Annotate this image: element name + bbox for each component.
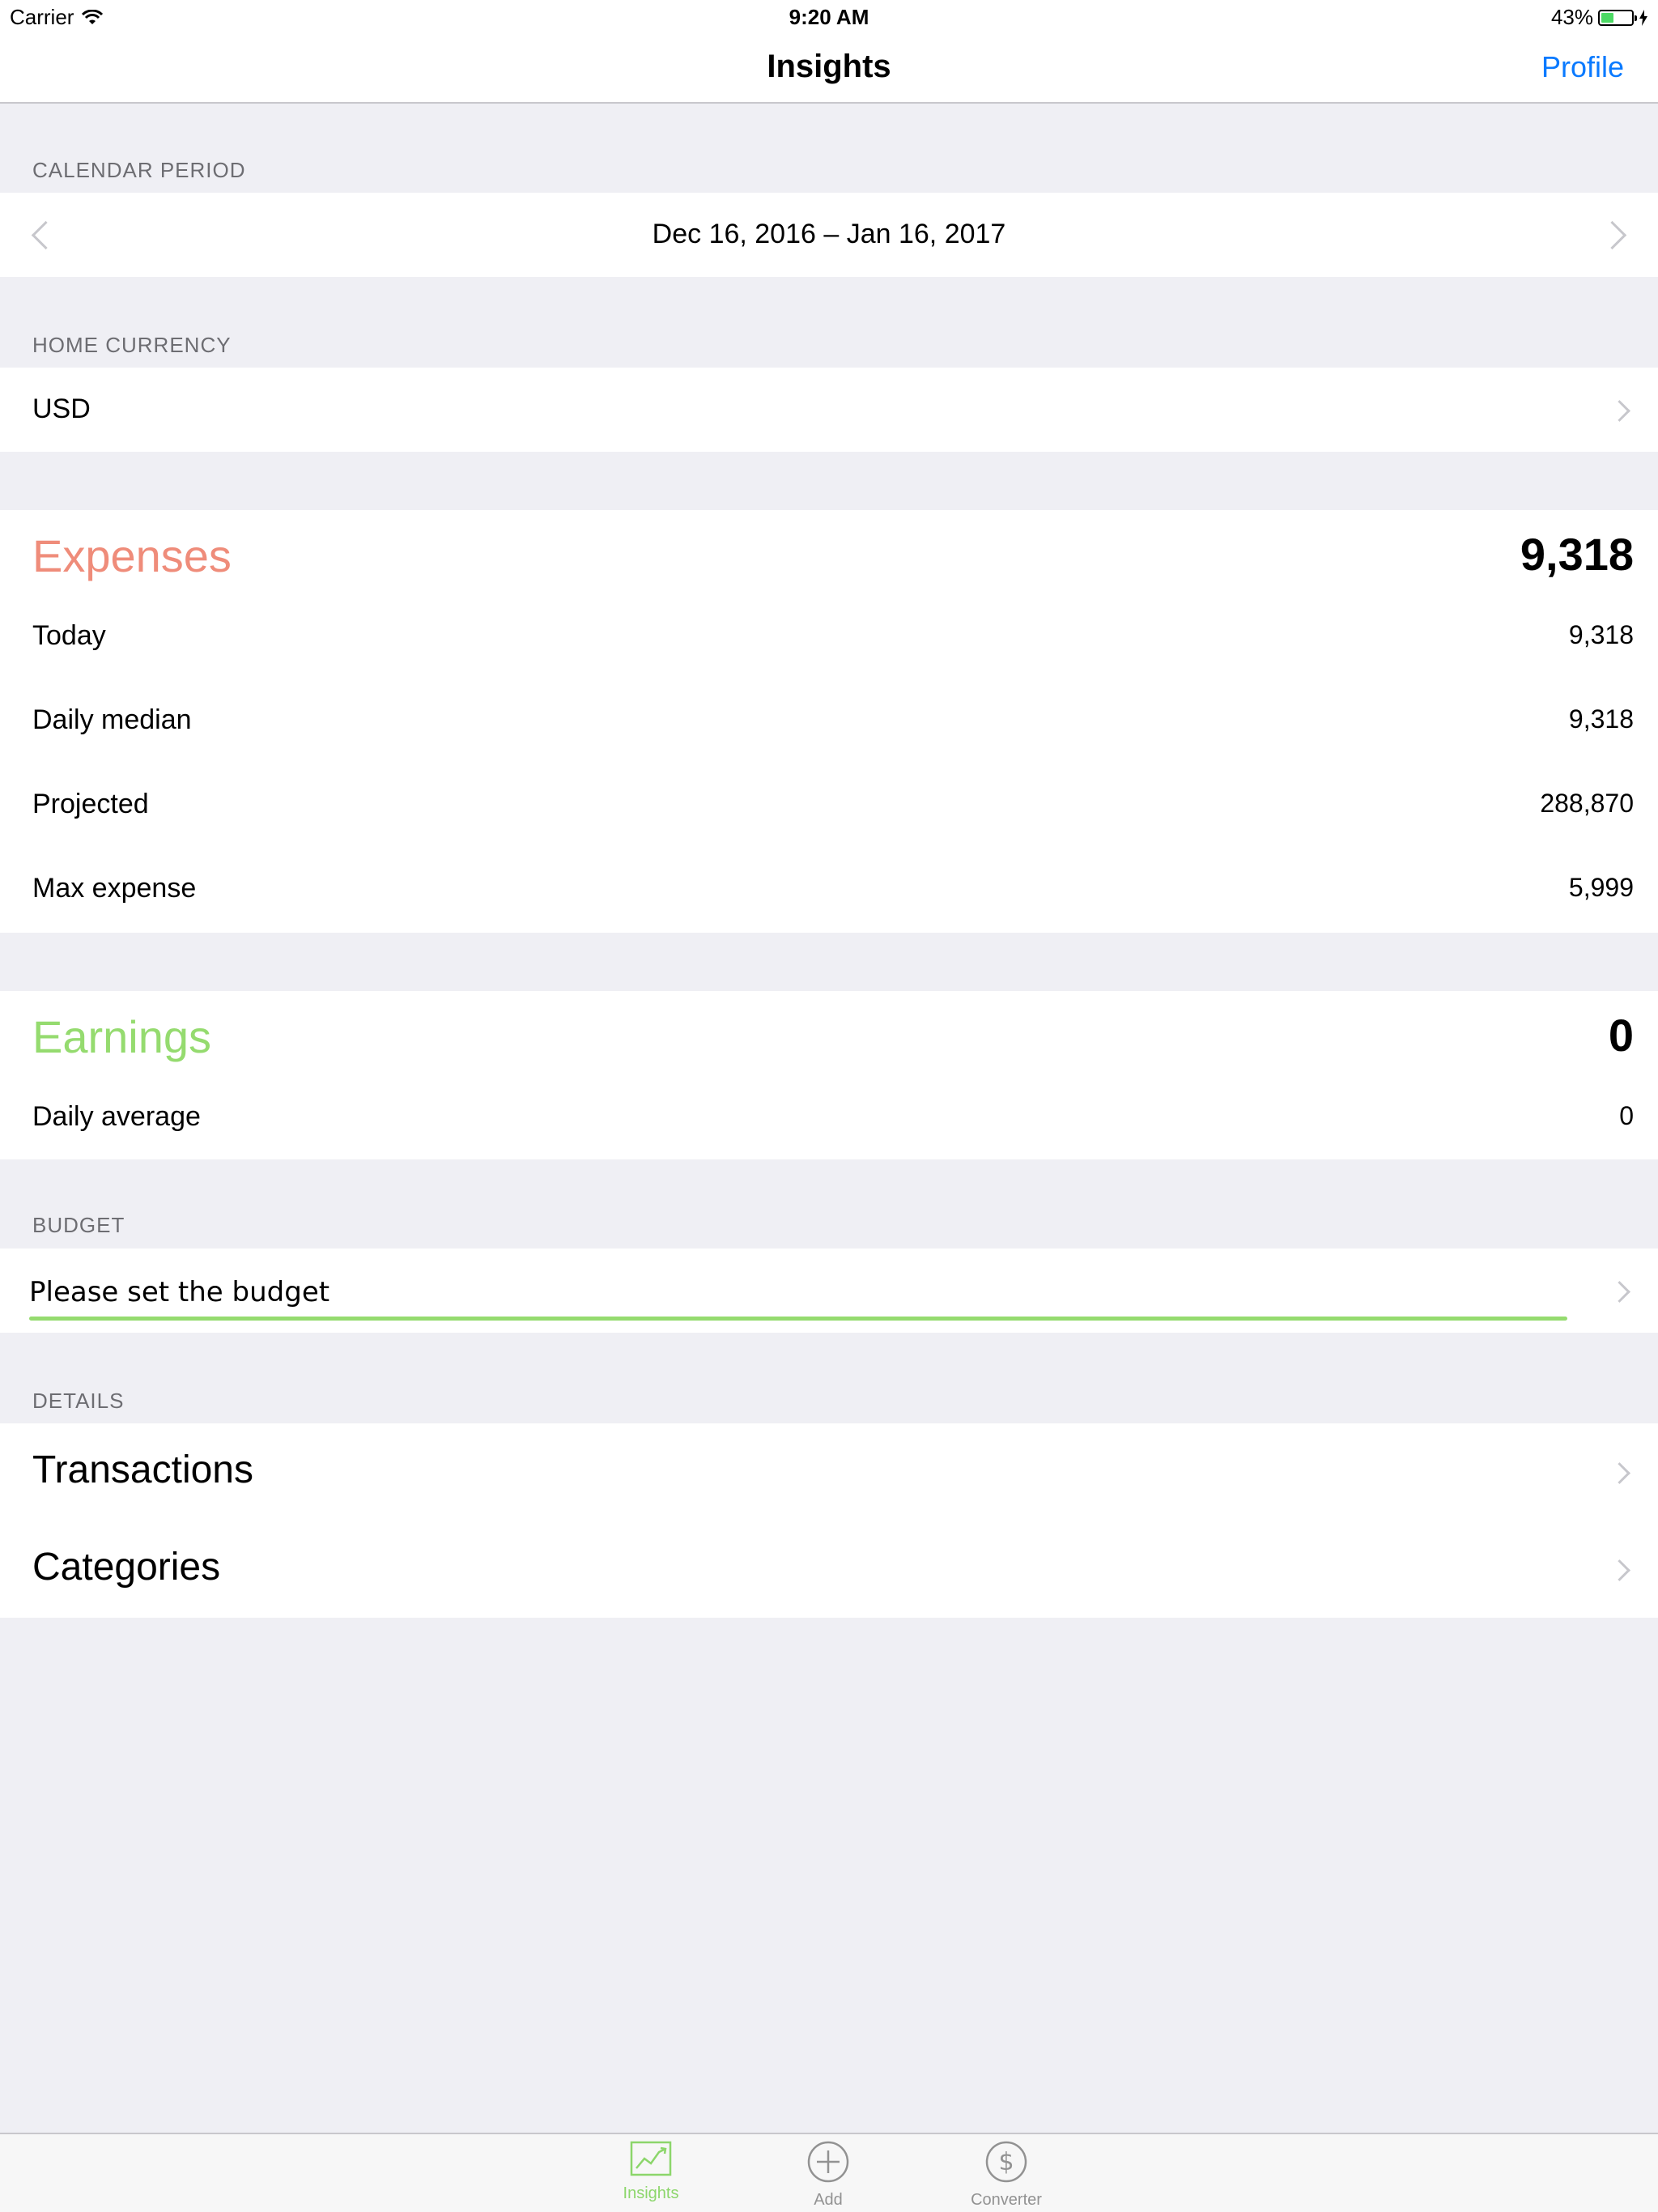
tab-label: Insights	[623, 2184, 679, 2202]
svg-text:$: $	[998, 2148, 1014, 2176]
tab-insights[interactable]: Insights	[602, 2141, 699, 2203]
earnings-title: Earnings	[32, 1011, 212, 1062]
expense-row-value: 288,870	[1540, 789, 1634, 818]
expense-row-value: 5,999	[1568, 873, 1634, 902]
dollar-circle-icon: $	[985, 2141, 1027, 2183]
battery-info: 43%	[1551, 5, 1648, 30]
calendar-period-header: CALENDAR PERIOD	[32, 158, 246, 182]
home-currency-value: USD	[32, 393, 91, 424]
details-item-label: Transactions	[32, 1448, 253, 1491]
details-item-categories[interactable]: Categories	[0, 1521, 1658, 1618]
home-currency-header: HOME CURRENCY	[32, 333, 232, 357]
battery-fill	[1601, 12, 1613, 23]
charging-bolt-icon	[1639, 9, 1647, 26]
budget-row[interactable]: Please set the budget	[0, 1249, 1658, 1333]
budget-prompt: Please set the budget	[29, 1276, 330, 1308]
battery-icon	[1598, 9, 1637, 26]
details-item-label: Categories	[32, 1546, 221, 1589]
details-header: DETAILS	[32, 1389, 125, 1413]
navigation-bar: Insights Profile	[0, 32, 1658, 104]
details-group: Transactions Categories	[0, 1423, 1658, 1618]
tab-converter[interactable]: $ Converter	[958, 2141, 1055, 2210]
expense-row-label: Today	[32, 620, 106, 651]
tab-label: Add	[814, 2191, 843, 2209]
profile-button[interactable]: Profile	[1541, 50, 1624, 84]
expenses-total: 9,318	[1520, 529, 1634, 580]
budget-progress-bar	[29, 1317, 1567, 1321]
chart-icon	[630, 2141, 672, 2176]
chevron-right-icon	[1609, 400, 1630, 422]
tab-bar: Insights Add $ Converter	[0, 2133, 1658, 2212]
plus-circle-icon	[807, 2141, 849, 2183]
earning-row-value: 0	[1619, 1101, 1634, 1130]
earnings-total: 0	[1608, 1010, 1634, 1061]
expense-row-label: Max expense	[32, 873, 197, 904]
chevron-right-icon	[1609, 1281, 1630, 1303]
expenses-card: Expenses 9,318 Today 9,318 Daily median …	[0, 510, 1658, 933]
expense-row-label: Daily median	[32, 704, 192, 735]
chevron-right-icon	[1609, 1462, 1630, 1484]
calendar-period-range: Dec 16, 2016 – Jan 16, 2017	[652, 219, 1006, 249]
battery-percent: 43%	[1550, 5, 1593, 29]
details-item-transactions[interactable]: Transactions	[0, 1423, 1658, 1521]
page-title: Insights	[767, 49, 891, 84]
expense-row-label: Projected	[32, 789, 149, 819]
earnings-card: Earnings 0 Daily average 0	[0, 991, 1658, 1159]
calendar-period-row: Dec 16, 2016 – Jan 16, 2017	[0, 193, 1658, 277]
status-bar: Carrier 9:20 AM 43%	[0, 0, 1658, 32]
status-time: 9:20 AM	[789, 5, 869, 29]
budget-header: BUDGET	[32, 1213, 125, 1237]
expense-row-value: 9,318	[1568, 620, 1634, 649]
expenses-title: Expenses	[32, 530, 232, 581]
earning-row-label: Daily average	[32, 1101, 201, 1132]
chevron-right-icon	[1609, 1559, 1630, 1581]
expense-row-value: 9,318	[1568, 704, 1634, 734]
home-currency-row[interactable]: USD	[0, 368, 1658, 452]
tab-add[interactable]: Add	[780, 2141, 877, 2210]
tab-label: Converter	[971, 2191, 1042, 2209]
